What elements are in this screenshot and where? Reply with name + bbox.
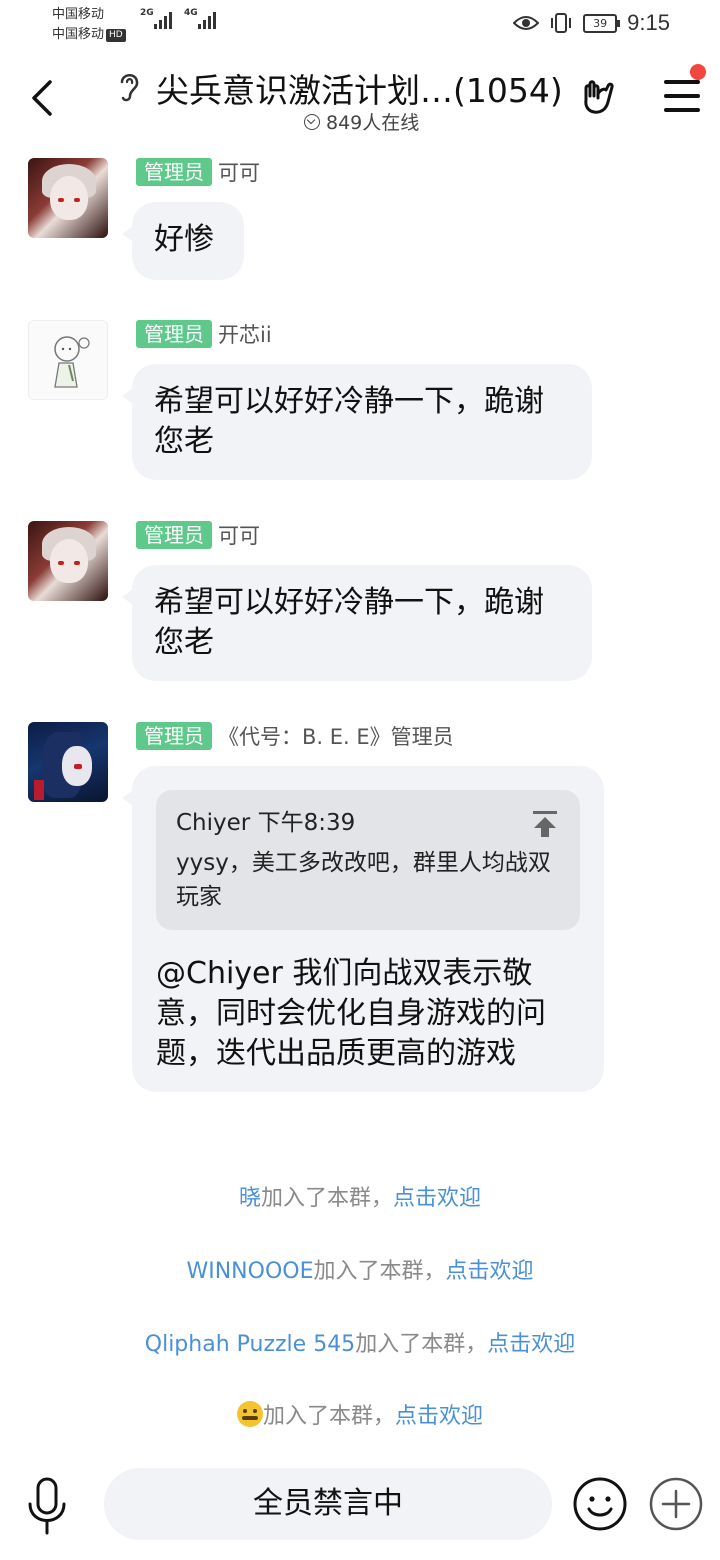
network-type-1: 2G: [140, 8, 154, 18]
eye-icon: [513, 16, 540, 30]
quote-header: Chiyer 下午8:39: [176, 806, 560, 840]
message-meta: 管理员 开芯ii: [136, 320, 272, 348]
admin-badge: 管理员: [136, 722, 212, 750]
status-right: 39 9:15: [513, 10, 670, 36]
welcome-link[interactable]: 点击欢迎: [487, 1332, 575, 1357]
online-count-text: 849人在线: [326, 112, 420, 134]
message-meta: 管理员 《代号：B. E. E》管理员: [136, 722, 454, 750]
message-bubble[interactable]: Chiyer 下午8:39 yysy，美工多改改吧，群里人均战双玩家 @Chiy…: [122, 766, 604, 1092]
message-bubble[interactable]: 希望可以好好冷静一下，跪谢您老: [122, 565, 592, 681]
message-bubble[interactable]: 好惨: [122, 202, 244, 280]
signal-icon: 4G: [184, 8, 216, 29]
sender-name[interactable]: 开芯ii: [218, 319, 272, 349]
member-name[interactable]: Qliphah Puzzle 545: [145, 1332, 355, 1357]
group-title[interactable]: 尖兵意识激活计划…(1054): [156, 64, 563, 112]
battery-level: 39: [593, 16, 608, 30]
join-notice: 晓加入了本群，点击欢迎: [0, 1180, 720, 1212]
message-bubble[interactable]: 希望可以好好冷静一下，跪谢您老: [122, 364, 592, 480]
member-name[interactable]: WINNOOOE: [186, 1259, 313, 1284]
vibrate-icon: [551, 13, 572, 33]
quote-text: yysy，美工多改改吧，群里人均战双玩家: [176, 850, 551, 910]
status-bar: 中国移动 中国移动 HD 2G 4G 39 9:15: [0, 0, 720, 52]
zipper-mouth-emoji-icon[interactable]: [236, 1401, 263, 1427]
welcome-link[interactable]: 点击欢迎: [395, 1404, 483, 1429]
chat-header: 尖兵意识激活计划…(1054) 849人在线: [0, 52, 720, 142]
admin-badge: 管理员: [136, 320, 212, 348]
battery-icon: 39: [583, 13, 621, 33]
menu-button[interactable]: [664, 64, 706, 116]
message-text: 希望可以好好冷静一下，跪谢您老: [154, 585, 544, 660]
back-arrow-icon[interactable]: [28, 76, 58, 120]
notification-dot: [690, 64, 706, 80]
network-type-2: 4G: [184, 8, 198, 18]
notice-text: 加入了本群，: [313, 1259, 446, 1284]
add-icon[interactable]: [648, 1476, 704, 1532]
member-name[interactable]: 晓: [239, 1186, 261, 1211]
sender-name[interactable]: 可可: [218, 520, 260, 550]
message-meta: 管理员 可可: [136, 158, 260, 186]
admin-badge: 管理员: [136, 521, 212, 549]
sender-name[interactable]: 《代号：B. E. E》管理员: [218, 721, 454, 751]
hd-badge: HD: [106, 29, 126, 42]
notice-text: 加入了本群，: [355, 1332, 488, 1357]
hand-gesture-icon[interactable]: [578, 78, 618, 118]
notice-text: 加入了本群，: [262, 1404, 395, 1429]
ear-icon[interactable]: [114, 68, 144, 104]
notice-text: 加入了本群，: [260, 1186, 393, 1211]
signal-icon: 2G: [140, 8, 172, 29]
message-meta: 管理员 可可: [136, 521, 260, 549]
quote-time: 下午8:39: [257, 810, 356, 836]
message-text: 好惨: [154, 222, 214, 257]
join-notice: Qliphah Puzzle 545加入了本群，点击欢迎: [0, 1326, 720, 1358]
avatar[interactable]: [28, 722, 108, 802]
chevron-down-icon: [304, 113, 320, 130]
quoted-message[interactable]: Chiyer 下午8:39 yysy，美工多改改吧，群里人均战双玩家: [156, 790, 580, 930]
carrier-1: 中国移动: [52, 7, 105, 22]
emoji-icon[interactable]: [572, 1476, 628, 1532]
avatar[interactable]: [28, 320, 108, 400]
avatar[interactable]: [28, 521, 108, 601]
join-notice: 加入了本群，点击欢迎: [0, 1398, 720, 1430]
message-input[interactable]: 全员禁言中: [104, 1468, 552, 1540]
message-text: 希望可以好好冷静一下，跪谢您老: [154, 384, 544, 459]
welcome-link[interactable]: 点击欢迎: [446, 1259, 534, 1284]
carrier-info: 中国移动 中国移动 HD: [52, 5, 126, 45]
carrier-2: 中国移动: [52, 27, 105, 42]
message-text: @Chiyer 我们向战双表示敬意，同时会优化自身游戏的问题，迭代出品质更高的游…: [156, 956, 546, 1071]
online-count[interactable]: 849人在线: [304, 108, 419, 135]
clock: 9:15: [627, 10, 670, 35]
jump-to-top-icon[interactable]: [532, 810, 558, 838]
admin-badge: 管理员: [136, 158, 212, 186]
input-bar: 全员禁言中: [0, 1452, 720, 1560]
welcome-link[interactable]: 点击欢迎: [393, 1186, 481, 1211]
signal-icons: 2G 4G: [140, 8, 216, 29]
join-notice: WINNOOOE加入了本群，点击欢迎: [0, 1253, 720, 1285]
quote-author: Chiyer: [176, 810, 251, 836]
microphone-icon[interactable]: [24, 1476, 70, 1536]
avatar[interactable]: [28, 158, 108, 238]
sender-name[interactable]: 可可: [218, 157, 260, 187]
